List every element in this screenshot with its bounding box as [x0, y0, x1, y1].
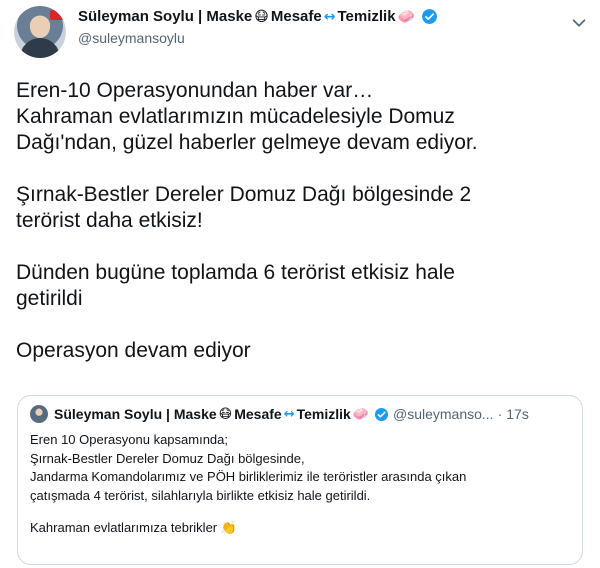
quoted-handle: @suleymanso...	[392, 406, 494, 422]
tweet-line: Operasyon devam ediyor	[16, 339, 251, 362]
verified-badge-icon	[374, 407, 389, 421]
quoted-tweet[interactable]: Süleyman Soylu | Maske 😷 Mesafe ↔ Temizl…	[17, 395, 583, 565]
avatar-face	[30, 16, 50, 38]
tweet-line: getirildi	[16, 287, 83, 310]
quoted-line: Şırnak-Bestler Dereler Domuz Dağı bölges…	[30, 450, 305, 466]
soap-emoji-icon: 🧼	[397, 8, 415, 25]
tweet-header: Süleyman Soylu | Maske 😷 Mesafe ↔ Temizl…	[14, 4, 594, 60]
author-name-part1: Süleyman Soylu | Maske	[78, 8, 253, 25]
tweet-line: Şırnak-Bestler Dereler Domuz Dağı bölges…	[16, 183, 472, 206]
quoted-name-part2: Mesafe	[234, 406, 282, 422]
quoted-line: Jandarma Komandolarımız ve PÖH birlikler…	[30, 469, 467, 484]
avatar-flag	[50, 10, 64, 20]
quoted-separator: ·	[497, 406, 503, 422]
mask-emoji-icon: 😷	[218, 406, 233, 422]
quoted-line: Eren 10 Operasyonu kapsamında;	[30, 432, 229, 447]
quoted-line: çatışmada 4 terörist, silahlarıyla birli…	[30, 487, 371, 503]
tweet-line: terörist daha etkisiz!	[16, 209, 203, 232]
mask-emoji-icon: 😷	[254, 8, 269, 25]
quoted-author-name: Süleyman Soylu | Maske 😷 Mesafe ↔ Temizl…	[54, 406, 389, 422]
avatar-suit	[20, 38, 60, 58]
quoted-tweet-header: Süleyman Soylu | Maske 😷 Mesafe ↔ Temizl…	[30, 405, 529, 423]
arrows-emoji-icon: ↔	[283, 406, 295, 422]
quoted-avatar	[30, 405, 48, 423]
author-block: Süleyman Soylu | Maske 😷 Mesafe ↔ Temizl…	[78, 8, 438, 46]
author-name-part3: Temizlik	[337, 8, 396, 25]
author-handle[interactable]: @suleymansoylu	[78, 30, 438, 46]
tweet-line: Dağı'ndan, güzel haberler gelmeye devam …	[16, 131, 478, 154]
tweet-line: Eren-10 Operasyonundan haber var…	[16, 79, 374, 102]
soap-emoji-icon: 🧼	[352, 406, 369, 422]
quoted-tweet-text: Eren 10 Operasyonu kapsamında; Şırnak-Be…	[30, 431, 570, 538]
tweet-line: Dünden bugüne toplamda 6 terörist etkisi…	[16, 261, 455, 284]
author-display-name[interactable]: Süleyman Soylu | Maske 😷 Mesafe ↔ Temizl…	[78, 8, 438, 25]
avatar[interactable]	[14, 6, 66, 58]
chevron-down-icon[interactable]	[568, 12, 590, 34]
tweet-card: Süleyman Soylu | Maske 😷 Mesafe ↔ Temizl…	[0, 0, 600, 568]
tweet-text: Eren-10 Operasyonundan haber var… Kahram…	[16, 78, 586, 364]
tweet-line: Kahraman evlatlarımızın mücadelesiyle Do…	[16, 105, 455, 128]
quoted-timestamp[interactable]: 17s	[506, 406, 529, 422]
quoted-line: Kahraman evlatlarımıza tebrikler 👏	[30, 520, 237, 535]
quoted-name-part1: Süleyman Soylu | Maske	[54, 406, 217, 422]
arrows-emoji-icon: ↔	[323, 8, 336, 25]
author-name-part2: Mesafe	[270, 8, 322, 25]
quoted-name-part3: Temizlik	[296, 406, 351, 422]
verified-badge-icon	[422, 9, 437, 24]
